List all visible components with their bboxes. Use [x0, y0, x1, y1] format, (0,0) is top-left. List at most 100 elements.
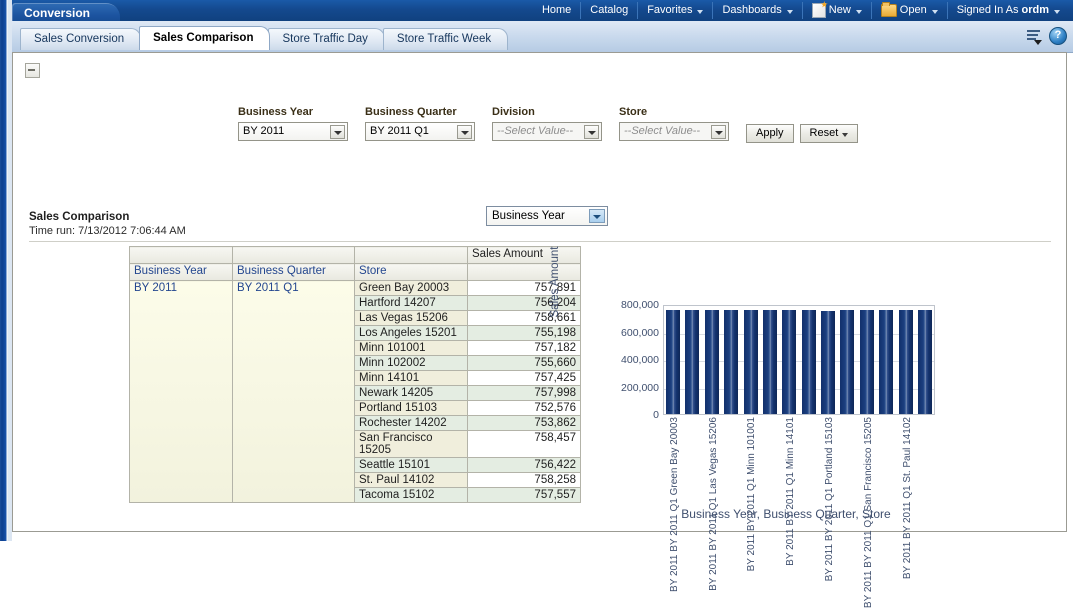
cell-sales-amount: 752,576 — [468, 401, 581, 416]
chart-bar[interactable] — [840, 310, 854, 414]
chevron-down-icon[interactable] — [457, 125, 472, 139]
nav-new[interactable]: New — [803, 2, 872, 19]
apply-button[interactable]: Apply — [746, 124, 794, 143]
nav-catalog[interactable]: Catalog — [581, 2, 638, 19]
chart-bar[interactable] — [763, 310, 777, 414]
chart-x-axis-title: Business Year, Business Quarter, Store — [621, 507, 951, 521]
division-select[interactable]: --Select Value-- — [492, 122, 602, 141]
nav-open[interactable]: Open — [872, 2, 948, 19]
dashboard-name-label: Conversion — [24, 6, 90, 20]
prompt-business-year-label: Business Year — [238, 106, 348, 118]
chart-x-tick-label: BY 2011 BY 2011 Q1 Green Bay 20003 — [669, 417, 680, 592]
chart-bar[interactable] — [705, 310, 719, 414]
column-header-business-year[interactable]: Business Year — [130, 264, 233, 281]
column-header-measure-blank — [468, 264, 581, 281]
chart-bar[interactable] — [782, 310, 796, 414]
collapse-section-toggle[interactable] — [25, 63, 40, 78]
help-icon[interactable]: ? — [1049, 27, 1067, 45]
business-year-select[interactable]: BY 2011 — [238, 122, 348, 141]
business-quarter-value: BY 2011 Q1 — [370, 125, 429, 137]
chart-bar[interactable] — [860, 310, 874, 414]
measure-header-sales-amount: Sales Amount — [468, 247, 581, 264]
chart-plot-area — [663, 305, 935, 415]
new-page-icon — [812, 3, 826, 18]
chevron-down-icon[interactable] — [589, 209, 605, 223]
chart-bar[interactable] — [821, 311, 835, 414]
chart-y-tick-label: 600,000 — [621, 327, 659, 339]
prompt-division: Division --Select Value-- — [492, 106, 602, 141]
cell-sales-amount: 756,422 — [468, 458, 581, 473]
nav-dashboards[interactable]: Dashboards — [713, 2, 802, 19]
tab-sales-conversion[interactable]: Sales Conversion — [20, 28, 141, 50]
chart-bar[interactable] — [685, 310, 699, 414]
view-selector-dropdown[interactable]: Business Year — [486, 206, 608, 226]
tab-store-traffic-week[interactable]: Store Traffic Week — [383, 28, 508, 50]
chart-bar[interactable] — [899, 310, 913, 414]
nav-signed-in-as[interactable]: Signed In As ordm — [948, 2, 1069, 19]
prompt-division-label: Division — [492, 106, 602, 118]
column-header-business-quarter[interactable]: Business Quarter — [233, 264, 355, 281]
chart-bar[interactable] — [744, 310, 758, 414]
prompt-bar: Business Year BY 2011 Business Quarter B… — [238, 106, 858, 143]
nav-open-label: Open — [900, 2, 927, 19]
division-value: --Select Value-- — [497, 125, 573, 137]
prompt-buttons: Apply Reset — [746, 124, 858, 143]
prompt-store: Store --Select Value-- — [619, 106, 729, 141]
tab-store-traffic-week-label: Store Traffic Week — [397, 33, 491, 45]
chart-bar[interactable] — [879, 310, 893, 414]
chart-y-tick-label: 800,000 — [621, 299, 659, 311]
cell-sales-amount: 757,557 — [468, 488, 581, 503]
cell-business-year[interactable]: BY 2011 — [130, 281, 233, 503]
chart-y-tick-label: 200,000 — [621, 382, 659, 394]
dashboard-content-frame: Business Year BY 2011 Business Quarter B… — [12, 52, 1067, 532]
store-select[interactable]: --Select Value-- — [619, 122, 729, 141]
column-header-store[interactable]: Store — [355, 264, 468, 281]
chart-y-axis-title: Sales Amount — [549, 237, 561, 327]
chevron-down-icon — [842, 133, 848, 137]
cell-store: Minn 102002 — [355, 356, 468, 371]
report-time-run: Time run: 7/13/2012 7:06:44 AM — [29, 225, 1051, 242]
cell-store: San Francisco 15205 — [355, 431, 468, 458]
chart-bar[interactable] — [802, 310, 816, 414]
folder-icon — [881, 4, 897, 17]
cell-sales-amount: 753,862 — [468, 416, 581, 431]
pivot-column-header-row: Business Year Business Quarter Store — [130, 264, 581, 281]
cell-store: St. Paul 14102 — [355, 473, 468, 488]
business-year-value: BY 2011 — [243, 125, 284, 137]
apply-button-label: Apply — [756, 125, 784, 142]
cell-store: Minn 101001 — [355, 341, 468, 356]
pivot-measure-header-row: Sales Amount — [130, 247, 581, 264]
prompt-business-quarter: Business Quarter BY 2011 Q1 — [365, 106, 475, 141]
cell-sales-amount: 755,660 — [468, 356, 581, 371]
chevron-down-icon — [932, 10, 938, 14]
business-quarter-select[interactable]: BY 2011 Q1 — [365, 122, 475, 141]
nav-favorites[interactable]: Favorites — [638, 2, 713, 19]
pivot-corner-store — [355, 247, 468, 264]
cell-store: Seattle 15101 — [355, 458, 468, 473]
cell-sales-amount: 757,182 — [468, 341, 581, 356]
reset-button[interactable]: Reset — [800, 124, 859, 143]
chart-y-tick-label: 0 — [653, 409, 659, 421]
chevron-down-icon[interactable] — [584, 125, 599, 139]
signed-in-as-label: Signed In As — [957, 2, 1019, 19]
tab-store-traffic-day[interactable]: Store Traffic Day — [268, 28, 384, 50]
chevron-down-icon[interactable] — [330, 125, 345, 139]
chart-bar[interactable] — [666, 310, 680, 414]
chevron-down-icon[interactable] — [711, 125, 726, 139]
chart-x-axis-ticks: BY 2011 BY 2011 Q1 Green Bay 20003BY 201… — [663, 417, 935, 503]
nav-home-label: Home — [542, 2, 571, 19]
chevron-down-icon — [787, 10, 793, 14]
cell-sales-amount: 756,204 — [468, 296, 581, 311]
cell-sales-amount: 755,198 — [468, 326, 581, 341]
chart-bar[interactable] — [724, 310, 738, 414]
chart-x-tick-label: BY 2011 BY 2011 Q1 Minn 14101 — [785, 417, 796, 566]
nav-home[interactable]: Home — [533, 2, 581, 19]
tab-sales-comparison[interactable]: Sales Comparison — [139, 26, 270, 50]
page-options-icon[interactable] — [1027, 29, 1042, 44]
cell-sales-amount: 758,661 — [468, 311, 581, 326]
chart-bar[interactable] — [918, 310, 932, 414]
cell-business-quarter[interactable]: BY 2011 Q1 — [233, 281, 355, 503]
reset-button-label: Reset — [810, 125, 839, 142]
cell-store: Los Angeles 15201 — [355, 326, 468, 341]
chart-x-tick-label: BY 2011 BY 2011 Q1 Portland 15103 — [824, 417, 835, 581]
